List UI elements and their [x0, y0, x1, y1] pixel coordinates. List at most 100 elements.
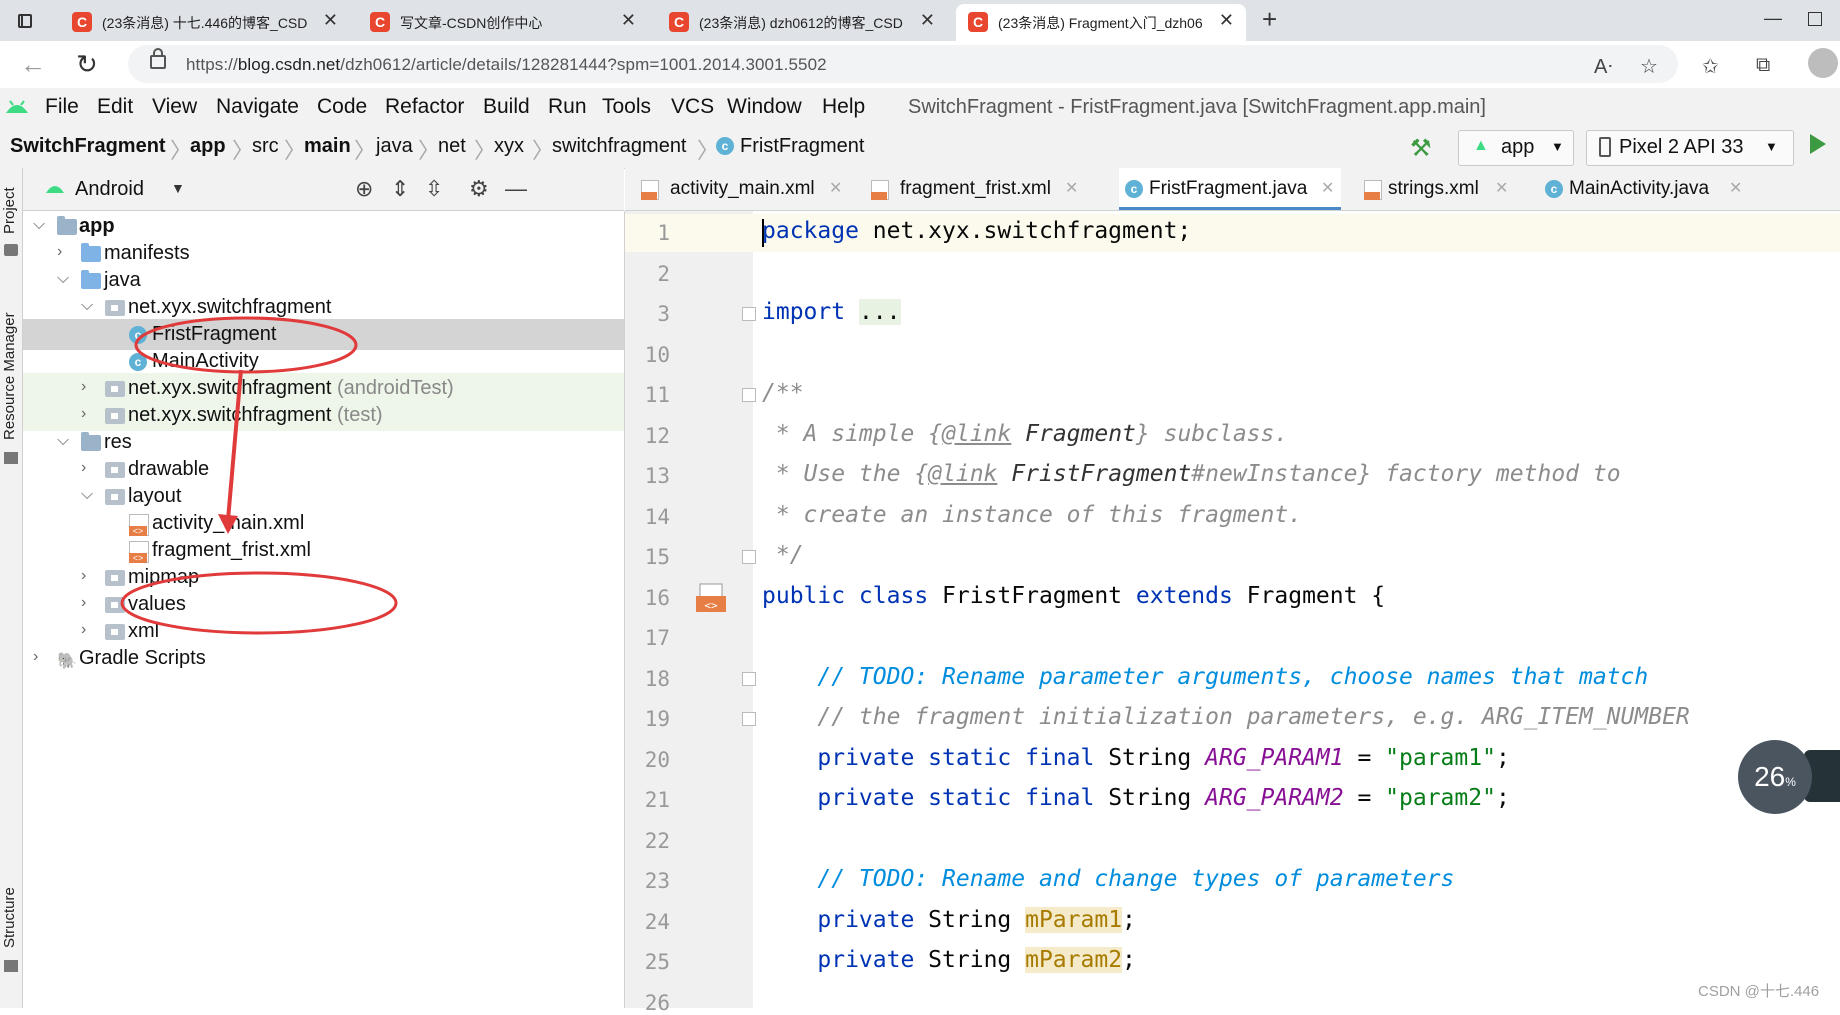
chevron-right-icon[interactable]: ›	[81, 405, 86, 423]
fold-expand-icon[interactable]	[742, 307, 756, 321]
line-number: 1	[657, 221, 670, 245]
resource-manager-icon	[4, 452, 18, 464]
tab-actions-icon[interactable]	[12, 8, 38, 34]
breadcrumb-class[interactable]: c FristFragment	[716, 135, 864, 158]
menu-code[interactable]: Code	[317, 95, 367, 119]
menu-vcs[interactable]: VCS	[671, 95, 714, 119]
chevron-down-icon[interactable]: ⌵	[57, 432, 69, 450]
close-tab-icon[interactable]: ✕	[920, 10, 935, 31]
browser-tab-2[interactable]: C 写文章-CSDN创作中心 ✕	[358, 4, 648, 41]
chevron-down-icon: ▼	[1765, 139, 1778, 154]
breadcrumb-src[interactable]: src	[252, 135, 279, 158]
close-tab-icon[interactable]: ✕	[323, 10, 338, 31]
folder-icon	[81, 243, 101, 262]
run-configuration-select[interactable]: ▲ app ▼	[1458, 130, 1574, 166]
minimize-icon[interactable]: —	[1764, 8, 1782, 29]
close-tab-icon[interactable]: ✕	[1065, 178, 1078, 198]
folder-icon	[4, 244, 18, 256]
collections-icon[interactable]: ⧉	[1756, 54, 1770, 77]
editor-tab-mainactivity-java[interactable]: c MainActivity.java ✕	[1539, 168, 1749, 210]
breadcrumb-package[interactable]: switchfragment	[552, 135, 687, 158]
profile-avatar[interactable]	[1808, 48, 1838, 78]
tree-item-gradle-scripts[interactable]: › 🐘 Gradle Scripts	[23, 643, 624, 674]
close-tab-icon[interactable]: ✕	[1729, 178, 1742, 198]
editor-tab-fristfragment-java[interactable]: c FristFragment.java ✕	[1119, 168, 1341, 210]
device-label: Pixel 2 API 33	[1619, 136, 1744, 158]
close-tab-icon[interactable]: ✕	[1495, 178, 1508, 198]
close-tab-icon[interactable]: ✕	[621, 10, 636, 31]
menu-help[interactable]: Help	[822, 95, 865, 119]
line-number: 20	[644, 748, 670, 772]
add-favorite-icon[interactable]: ☆	[1640, 54, 1658, 79]
menu-file[interactable]: File	[45, 95, 79, 119]
chevron-down-icon[interactable]: ⌵	[33, 216, 45, 234]
fold-collapse-icon[interactable]	[742, 712, 756, 726]
menu-build[interactable]: Build	[483, 95, 530, 119]
menu-refactor[interactable]: Refactor	[385, 95, 464, 119]
back-icon[interactable]: ←	[20, 49, 46, 80]
reload-icon[interactable]: ↻	[76, 49, 98, 80]
menu-run[interactable]: Run	[548, 95, 587, 119]
line-number: 16	[644, 586, 670, 610]
menu-navigate[interactable]: Navigate	[216, 95, 299, 119]
menu-view[interactable]: View	[152, 95, 197, 119]
fold-collapse-icon[interactable]	[742, 672, 756, 686]
menu-edit[interactable]: Edit	[97, 95, 133, 119]
menu-tools[interactable]: Tools	[602, 95, 651, 119]
tree-item-label: xml	[128, 620, 160, 642]
editor-tab-fragment-frist-xml[interactable]: fragment_frist.xml ✕	[865, 168, 1085, 210]
new-tab-icon[interactable]: +	[1262, 4, 1277, 35]
fold-collapse-icon[interactable]	[742, 388, 756, 402]
chevron-right-icon[interactable]: ›	[81, 621, 86, 639]
chevron-down-icon[interactable]: ⌵	[81, 486, 93, 504]
close-tab-icon[interactable]: ✕	[1321, 178, 1334, 198]
browser-tab-1[interactable]: C (23条消息) 十七.446的博客_CSDN ✕	[60, 4, 350, 41]
chevron-right-icon[interactable]: ›	[81, 459, 86, 477]
favorites-icon[interactable]: ✩	[1702, 54, 1719, 79]
chevron-right-icon[interactable]: ›	[57, 243, 62, 261]
url-field[interactable]: https://blog.csdn.net/dzh0612/article/de…	[128, 45, 1678, 83]
structure-tool-window-button[interactable]: Structure	[1, 887, 18, 948]
chevron-right-icon[interactable]: ›	[81, 567, 86, 585]
chevron-down-icon[interactable]: ▼	[171, 180, 185, 196]
gear-icon[interactable]: ⚙	[469, 176, 489, 202]
chevron-down-icon: ▼	[1551, 139, 1564, 154]
code-line-19: // the fragment initialization parameter…	[817, 704, 1690, 730]
project-view-select[interactable]: Android	[75, 178, 144, 201]
maximize-icon[interactable]	[1808, 12, 1822, 26]
breadcrumb-main[interactable]: main	[304, 135, 351, 158]
run-app-icon[interactable]	[1810, 134, 1826, 154]
breadcrumb-project[interactable]: SwitchFragment	[10, 135, 166, 158]
breadcrumb-net[interactable]: net	[438, 135, 466, 158]
close-tab-icon[interactable]: ✕	[1219, 10, 1234, 31]
chevron-right-icon[interactable]: ›	[81, 378, 86, 396]
collapse-all-icon[interactable]: ⇳	[425, 176, 443, 202]
related-xml-layout-icon[interactable]: <>	[694, 582, 728, 614]
browser-tab-3[interactable]: C (23条消息) dzh0612的博客_CSDN ✕	[657, 4, 947, 41]
resource-manager-button[interactable]: Resource Manager	[1, 312, 18, 440]
read-aloud-icon[interactable]: Aᐧ	[1594, 54, 1612, 79]
device-select[interactable]: Pixel 2 API 33 ▼	[1586, 130, 1794, 166]
locate-target-icon[interactable]: ⊕	[355, 176, 373, 202]
editor-tab-label: fragment_frist.xml	[900, 178, 1051, 199]
editor-tab-activity-main-xml[interactable]: activity_main.xml ✕	[635, 168, 850, 210]
make-project-hammer-icon[interactable]: ⚒	[1410, 134, 1432, 163]
breadcrumb-module[interactable]: app	[190, 135, 226, 158]
chevron-right-icon[interactable]: ›	[81, 594, 86, 612]
chevron-right-icon[interactable]: ›	[33, 648, 38, 666]
hide-panel-icon[interactable]: —	[505, 176, 527, 202]
line-number: 2	[657, 262, 670, 286]
expand-all-icon[interactable]: ⇕	[391, 176, 409, 202]
browser-tab-4-active[interactable]: C (23条消息) Fragment入门_dzh06 ✕	[956, 4, 1246, 41]
fold-collapse-icon[interactable]	[742, 550, 756, 564]
performance-meter[interactable]: 26%	[1738, 740, 1812, 814]
chevron-down-icon[interactable]: ⌵	[57, 270, 69, 288]
close-tab-icon[interactable]: ✕	[829, 178, 842, 198]
breadcrumb-xyx[interactable]: xyx	[494, 135, 524, 158]
menu-window[interactable]: Window	[727, 95, 802, 119]
project-tool-window-button[interactable]: Project	[1, 187, 18, 234]
chevron-down-icon[interactable]: ⌵	[81, 297, 93, 315]
lock-icon[interactable]	[150, 48, 166, 69]
editor-tab-strings-xml[interactable]: strings.xml ✕	[1358, 168, 1516, 210]
breadcrumb-java[interactable]: java	[376, 135, 413, 158]
